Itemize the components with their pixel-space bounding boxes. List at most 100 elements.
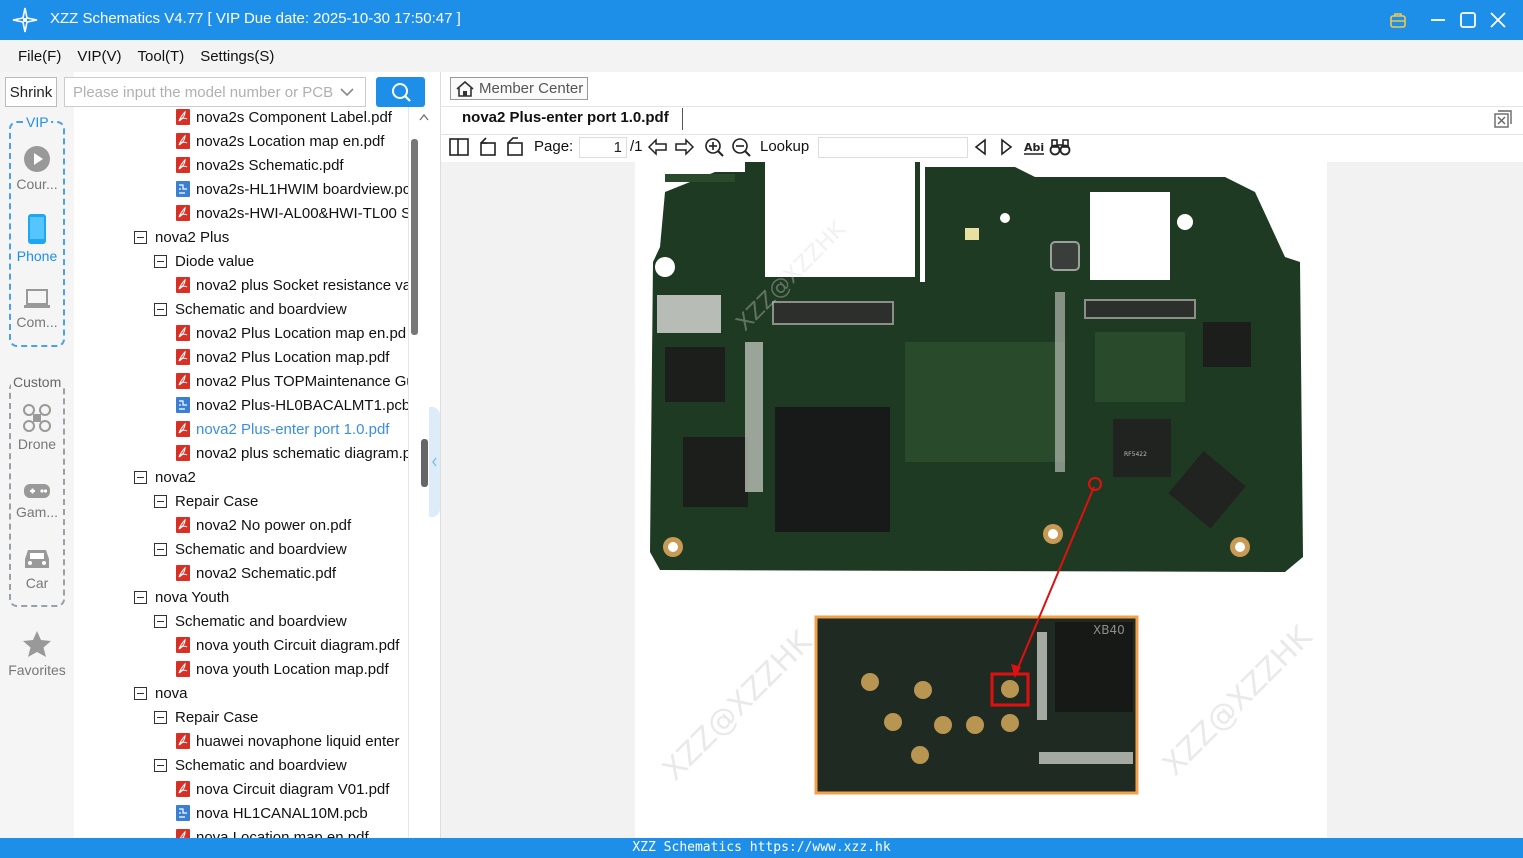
collapse-toggle-icon[interactable]: [154, 710, 167, 724]
pdf-page[interactable]: RF5422 XB40 XZZ@XZZHK XZZ@XZZHK XZZ@XZZH…: [635, 162, 1327, 838]
collapse-toggle-icon[interactable]: [134, 230, 147, 244]
model-search-input[interactable]: [65, 78, 333, 106]
tree-scroll-thumb[interactable]: [411, 139, 418, 335]
nav-drone[interactable]: Drone: [4, 403, 70, 452]
tree-file[interactable]: huawei novaphone liquid enter: [176, 729, 400, 753]
watermark-left: XZZ@XZZHK: [656, 624, 820, 788]
status-bar: XZZ Schematics https://www.xzz.hk: [0, 838, 1523, 858]
tree-folder[interactable]: nova2: [134, 465, 196, 489]
tree-item-label: Schematic and boardview: [175, 756, 347, 774]
match-case-button[interactable]: Abi: [1023, 137, 1045, 157]
nav-favorites[interactable]: Favorites: [4, 629, 70, 678]
collapse-toggle-icon[interactable]: [134, 590, 147, 604]
tree-file[interactable]: nova2s Schematic.pdf: [176, 153, 344, 177]
tree-hscroll-thumb[interactable]: [421, 439, 428, 487]
tree-folder[interactable]: nova: [134, 681, 188, 705]
tree-folder[interactable]: Repair Case: [154, 489, 258, 513]
pdf-file-icon: [176, 829, 190, 838]
file-tree: nova2s Component Label.pdf nova2s Locatio…: [74, 107, 408, 838]
tree-folder[interactable]: Repair Case: [154, 705, 258, 729]
tree-folder[interactable]: Schematic and boardview: [154, 609, 347, 633]
menu-vip[interactable]: VIP(V): [69, 48, 129, 65]
tree-file[interactable]: nova2 Plus Location map.pdf: [176, 345, 389, 369]
laptop-icon: [24, 289, 50, 308]
collapse-toggle-icon[interactable]: [154, 494, 167, 508]
tree-file[interactable]: nova2s-HL1HWIM boardview.pc: [176, 177, 408, 201]
tree-file[interactable]: nova2 No power on.pdf: [176, 513, 351, 537]
collapse-toggle-icon[interactable]: [154, 758, 167, 772]
tree-file[interactable]: nova youth Circuit diagram.pdf: [176, 633, 399, 657]
maximize-button[interactable]: [1456, 8, 1480, 32]
tree-file[interactable]: nova Location map en.pdf: [176, 825, 369, 838]
tree-folder[interactable]: nova Youth: [134, 585, 229, 609]
collapse-toggle-icon[interactable]: [154, 302, 167, 316]
vip-bag-button[interactable]: [1386, 8, 1410, 32]
find-next-button[interactable]: [997, 137, 1015, 157]
prev-page-button[interactable]: [647, 137, 669, 157]
menu-file[interactable]: File(F): [10, 48, 69, 65]
tree-file[interactable]: nova2 Plus Location map en.pd: [176, 321, 406, 345]
tree-folder[interactable]: Schematic and boardview: [154, 297, 347, 321]
tree-scrollbar[interactable]: [408, 107, 429, 838]
close-button[interactable]: [1486, 8, 1510, 32]
minimize-button[interactable]: [1426, 8, 1450, 32]
menu-bar: File(F) VIP(V) Tool(T) Settings(S): [0, 40, 1523, 72]
tree-file[interactable]: nova2 Plus TOPMaintenance Gu: [176, 369, 408, 393]
tree-file[interactable]: nova Circuit diagram V01.pdf: [176, 777, 389, 801]
tree-folder[interactable]: Schematic and boardview: [154, 537, 347, 561]
collapse-toggle-icon[interactable]: [154, 614, 167, 628]
page-number-input[interactable]: 1: [579, 137, 627, 158]
close-all-tabs-icon[interactable]: [1494, 110, 1512, 128]
zoom-in-button[interactable]: [704, 137, 726, 157]
nav-games[interactable]: Gam...: [4, 481, 70, 520]
collapse-toggle-icon[interactable]: [154, 542, 167, 556]
nav-phone[interactable]: Phone: [4, 213, 70, 264]
tree-file[interactable]: nova2 plus Socket resistance va: [176, 273, 408, 297]
find-all-button[interactable]: [1049, 137, 1071, 157]
menu-settings[interactable]: Settings(S): [192, 48, 282, 65]
tree-folder[interactable]: Schematic and boardview: [154, 753, 347, 777]
nav-courses[interactable]: Cour...: [4, 145, 70, 192]
tree-file[interactable]: nova HL1CANAL10M.pcb: [176, 801, 368, 825]
tree-item-label: Repair Case: [175, 708, 259, 726]
collapse-toggle-icon[interactable]: [134, 686, 147, 700]
scroll-up-icon[interactable]: [419, 113, 429, 121]
zoom-out-button[interactable]: [731, 137, 753, 157]
search-button[interactable]: [376, 77, 425, 107]
nav-car[interactable]: Car: [4, 546, 70, 591]
nav-computer[interactable]: Com...: [4, 287, 70, 330]
rotate-right-icon: [507, 137, 523, 156]
tree-file[interactable]: nova youth Location map.pdf: [176, 657, 389, 681]
tree-file[interactable]: nova2 Plus-enter port 1.0.pdf: [176, 417, 389, 441]
rotate-left-button[interactable]: [477, 137, 499, 157]
panel-splitter[interactable]: [429, 107, 440, 838]
collapse-toggle-icon[interactable]: [154, 254, 167, 268]
chevron-down-icon[interactable]: [339, 84, 355, 100]
tree-file[interactable]: nova2 plus schematic diagram.p: [176, 441, 408, 465]
pdf-file-icon: [176, 205, 190, 221]
lookup-label: Lookup: [760, 138, 810, 155]
find-prev-button[interactable]: [972, 137, 990, 157]
car-icon: [25, 550, 49, 568]
tree-file[interactable]: nova2 Schematic.pdf: [176, 561, 336, 585]
rotate-right-button[interactable]: [504, 137, 526, 157]
shrink-button[interactable]: Shrink: [5, 77, 57, 107]
tree-item-label: nova2s Component Label.pdf: [196, 108, 392, 126]
next-page-button[interactable]: [673, 137, 695, 157]
triangle-right-icon: [1001, 138, 1013, 156]
tab-document[interactable]: nova2 Plus-enter port 1.0.pdf: [462, 109, 669, 126]
lookup-input[interactable]: [818, 137, 968, 158]
menu-tool[interactable]: Tool(T): [130, 48, 193, 65]
tree-item-label: nova2 Plus-enter port 1.0.pdf: [196, 420, 390, 438]
collapse-handle[interactable]: [429, 407, 440, 517]
toggle-sidebar-button[interactable]: [448, 137, 470, 157]
member-center-button[interactable]: Member Center: [450, 77, 588, 100]
tree-file[interactable]: nova2s-HWI-AL00&HWI-TL00 S: [176, 201, 408, 225]
tree-item-label: nova2 No power on.pdf: [196, 516, 352, 534]
tree-file[interactable]: nova2s Component Label.pdf: [176, 107, 392, 129]
tree-folder[interactable]: nova2 Plus: [134, 225, 229, 249]
tree-folder[interactable]: Diode value: [154, 249, 254, 273]
tree-file[interactable]: nova2s Location map en.pdf: [176, 129, 384, 153]
tree-file[interactable]: nova2 Plus-HL0BACALMT1.pcb: [176, 393, 408, 417]
collapse-toggle-icon[interactable]: [134, 470, 147, 484]
